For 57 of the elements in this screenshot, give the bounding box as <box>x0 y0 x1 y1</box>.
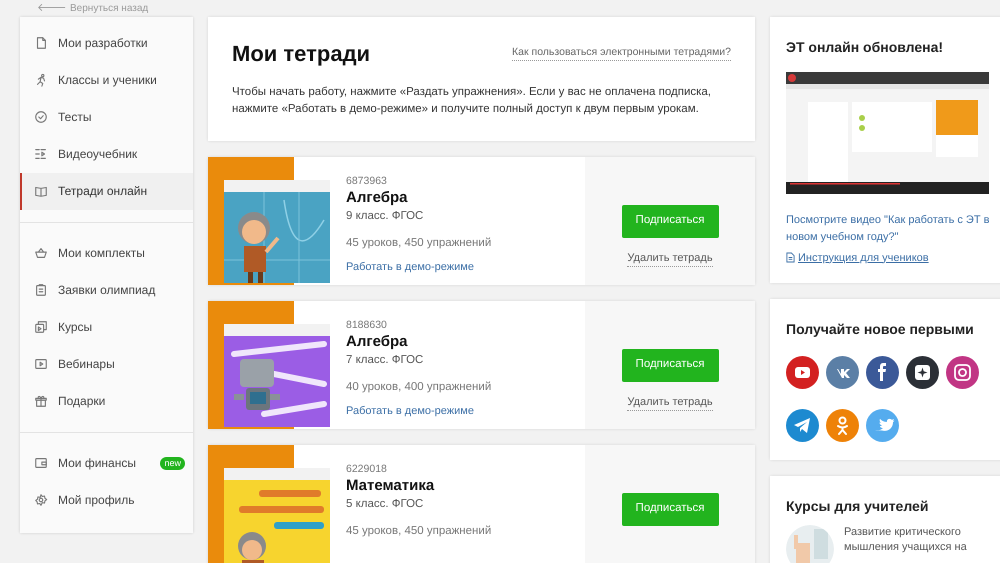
sidebar-item[interactable]: Классы и ученики <box>20 62 193 98</box>
sidebar-item[interactable]: Мой профиль <box>20 482 193 518</box>
card-title: Получайте новое первыми <box>786 320 975 339</box>
notebook-id: 6873963 <box>346 174 388 188</box>
sidebar-item[interactable]: Тетради онлайн <box>20 172 193 210</box>
video-list-icon <box>34 147 48 161</box>
check-circle-icon <box>34 110 48 124</box>
sidebar-item[interactable]: Курсы <box>20 308 193 346</box>
sidebar-item[interactable]: Мои разработки <box>20 24 193 62</box>
sidebar-item[interactable]: Вебинары <box>20 346 193 382</box>
sidebar-item[interactable]: Видеоучебник <box>20 136 193 172</box>
grade-text: 9 класс. ФГОС <box>346 209 424 224</box>
youtube-icon[interactable] <box>786 356 819 388</box>
running-figure-icon <box>34 73 48 87</box>
stacked-squares-icon <box>34 320 48 334</box>
facebook-icon[interactable] <box>866 356 899 388</box>
course-link[interactable]: Развитие критического мышления учащихся на <box>844 524 994 563</box>
demo-link[interactable]: Работать в демо-режиме <box>346 258 474 276</box>
basket-icon <box>34 246 48 260</box>
stats-text: 40 уроков, 400 упражнений <box>346 380 492 394</box>
demo-link[interactable]: Работать в демо-режиме <box>346 402 474 420</box>
card-title: ЭТ онлайн обновлена! <box>786 38 944 56</box>
card-title: Курсы для учителей <box>786 496 930 516</box>
play-square-icon <box>34 357 48 371</box>
delete-link[interactable]: Удалить тетрадь <box>627 394 713 411</box>
new-badge: new <box>160 456 185 470</box>
instagram-icon[interactable] <box>946 356 979 388</box>
wallet-icon <box>34 456 48 470</box>
notebook-title: Математика <box>346 477 436 496</box>
document-icon <box>34 36 48 50</box>
delete-link[interactable]: Удалить тетрадь <box>627 250 713 267</box>
vk-icon[interactable] <box>826 356 859 388</box>
book-icon <box>34 184 48 198</box>
paper-plane-icon[interactable] <box>786 408 819 442</box>
sidebar-item[interactable]: Подарки <box>20 382 193 420</box>
stats-text: 45 уроков, 450 упражнений <box>346 236 492 250</box>
video-link[interactable]: Посмотрите видео "Как работать с ЭТ в новом учебном году?" <box>786 212 991 246</box>
sidebar-item[interactable]: Заявки олимпиад <box>20 272 193 308</box>
grade-text: 5 класс. ФГОС <box>346 497 424 512</box>
page-title: Мои тетради <box>232 40 370 68</box>
sidebar-item[interactable]: Мои комплекты <box>20 234 193 272</box>
notebook-title: Алгебра <box>346 333 409 352</box>
notebook-id: 8188630 <box>346 318 388 332</box>
description-text: Чтобы начать работу, нажмите «Раздать упражнения». Если у вас не оплачена подписка, нажмите «Работать в демо-режиме» и получите полный доступ к двум первым урокам. <box>232 84 712 116</box>
gear-icon <box>34 493 48 507</box>
clipboard-icon <box>34 283 48 297</box>
grade-text: 7 класс. ФГОС <box>346 353 424 368</box>
help-link[interactable]: Как пользоваться электронными тетрадями? <box>512 44 731 62</box>
gift-icon <box>34 394 48 408</box>
sidebar-item[interactable]: Тесты <box>20 98 193 136</box>
odnoklassniki-icon[interactable] <box>826 408 859 442</box>
sidebar-item[interactable]: Мои финансы new <box>20 444 193 482</box>
document-icon <box>786 252 795 264</box>
notebook-id: 6229018 <box>346 462 388 476</box>
instructions-link[interactable]: Инструкция для учеников <box>798 250 929 266</box>
notebook-title: Алгебра <box>346 189 409 208</box>
stats-text: 45 уроков, 450 упражнений <box>346 524 492 538</box>
